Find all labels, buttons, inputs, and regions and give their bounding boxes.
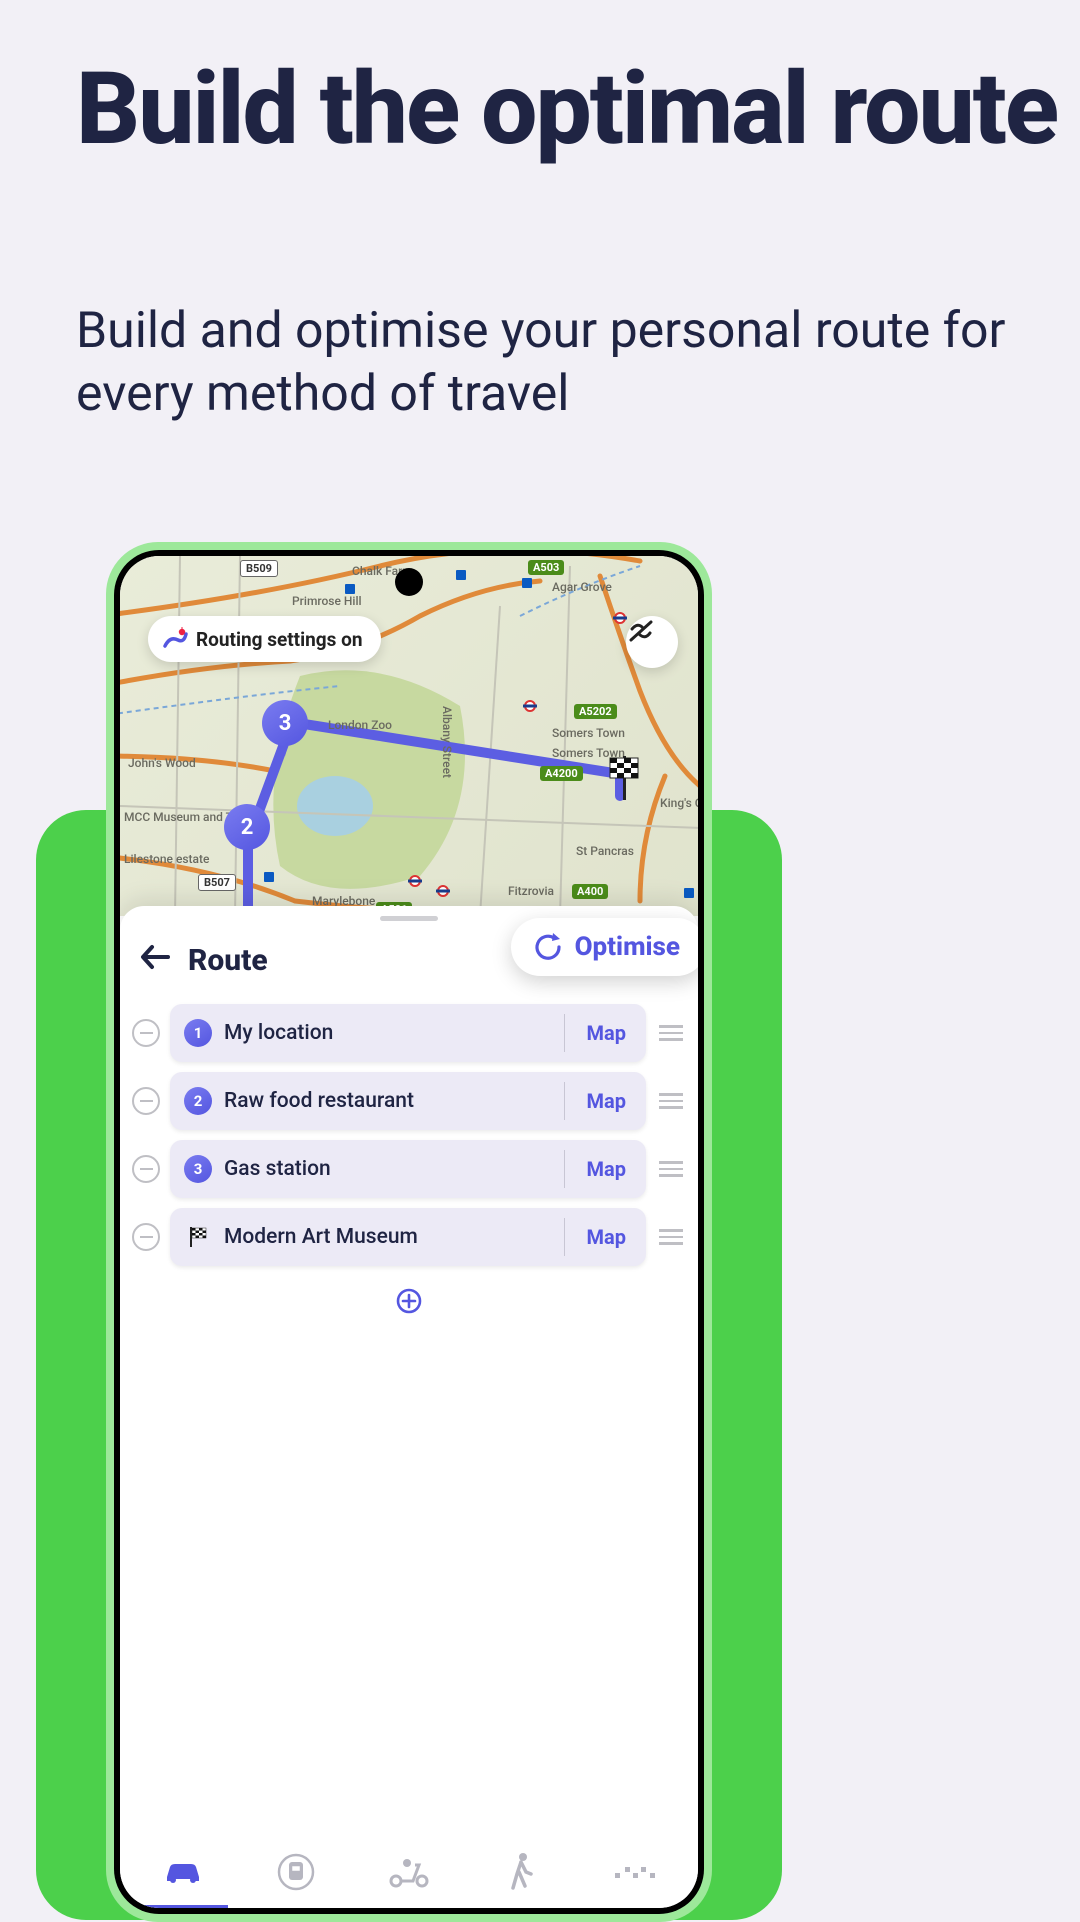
- drag-handle[interactable]: [656, 1161, 686, 1177]
- transport-mode-bar: [120, 1836, 698, 1908]
- route-sheet: Route 1 My location Map: [120, 906, 698, 1908]
- drag-handle[interactable]: [656, 1093, 686, 1109]
- remove-stop-button[interactable]: [132, 1155, 160, 1183]
- stop-label: My location: [224, 1021, 562, 1045]
- stop-map-button[interactable]: Map: [567, 1225, 646, 1249]
- map-label: King's C: [660, 796, 698, 810]
- stop-map-button[interactable]: Map: [567, 1157, 646, 1181]
- map-pin-3[interactable]: 3: [262, 700, 308, 762]
- routing-settings-label: Routing settings on: [196, 628, 363, 651]
- add-stop-button[interactable]: [120, 1288, 698, 1321]
- road-shield: A5202: [574, 704, 617, 719]
- road-shield: B507: [198, 874, 236, 891]
- map-label: John's Wood: [128, 756, 196, 770]
- routing-settings-pill[interactable]: Routing settings on: [148, 616, 381, 662]
- stop-label: Modern Art Museum: [224, 1225, 562, 1249]
- road-shield: B509: [240, 560, 278, 577]
- sound-off-icon: [626, 616, 656, 646]
- stop-chip[interactable]: 1 My location Map: [170, 1004, 646, 1062]
- scooter-icon: [387, 1855, 431, 1889]
- drag-handle[interactable]: [656, 1229, 686, 1245]
- finish-flag-icon: [184, 1223, 212, 1251]
- road-shield: A4200: [540, 766, 583, 781]
- stop-chip[interactable]: Modern Art Museum Map: [170, 1208, 646, 1266]
- stop-row: 2 Raw food restaurant Map: [132, 1072, 686, 1130]
- map-pin-2[interactable]: 2: [224, 804, 270, 866]
- remove-stop-button[interactable]: [132, 1087, 160, 1115]
- remove-stop-button[interactable]: [132, 1019, 160, 1047]
- map-label: MCC Museum and Tour: [124, 810, 224, 824]
- map[interactable]: Primrose Hill Chalk Farm Agar Grove John…: [120, 556, 698, 916]
- stop-number-badge: 3: [184, 1155, 212, 1183]
- route-icon: [162, 626, 188, 652]
- map-label: Agar Grove: [552, 580, 612, 594]
- map-label: Albany Street: [440, 706, 454, 778]
- stop-map-button[interactable]: Map: [567, 1021, 646, 1045]
- walk-icon: [509, 1852, 535, 1892]
- back-button[interactable]: [140, 943, 170, 978]
- plus-circle-icon: [396, 1288, 422, 1314]
- map-label: Lilestone estate: [124, 852, 204, 866]
- refresh-icon: [533, 932, 563, 962]
- mode-scooter[interactable]: [352, 1836, 465, 1908]
- stop-map-button[interactable]: Map: [567, 1089, 646, 1113]
- stop-label: Gas station: [224, 1157, 562, 1181]
- map-label: Somers Town: [552, 726, 625, 740]
- sheet-title: Route: [188, 943, 268, 978]
- hero-subtitle: Build and optimise your personal route f…: [76, 300, 1080, 426]
- camera-dot: [395, 568, 423, 596]
- stop-chip[interactable]: 2 Raw food restaurant Map: [170, 1072, 646, 1130]
- stops-list: 1 My location Map 2 Raw food restaurant: [120, 1004, 698, 1266]
- map-label: Primrose Hill: [292, 594, 362, 608]
- mode-walk[interactable]: [466, 1836, 579, 1908]
- stop-row: Modern Art Museum Map: [132, 1208, 686, 1266]
- hero-title: Build the optimal route: [76, 60, 1057, 160]
- optimise-button[interactable]: Optimise: [511, 918, 698, 976]
- car-icon: [161, 1857, 205, 1887]
- stop-row: 3 Gas station Map: [132, 1140, 686, 1198]
- mode-taxi[interactable]: [579, 1836, 692, 1908]
- remove-stop-button[interactable]: [132, 1223, 160, 1251]
- drag-handle[interactable]: [656, 1025, 686, 1041]
- stop-chip[interactable]: 3 Gas station Map: [170, 1140, 646, 1198]
- optimise-label: Optimise: [575, 932, 680, 962]
- sound-toggle-button[interactable]: [626, 616, 678, 668]
- map-label: St Pancras: [576, 844, 634, 858]
- taxi-dots-icon: [613, 1863, 657, 1881]
- stop-row: 1 My location Map: [132, 1004, 686, 1062]
- stop-number-badge: 2: [184, 1087, 212, 1115]
- stop-label: Raw food restaurant: [224, 1089, 562, 1113]
- mode-car[interactable]: [126, 1836, 239, 1908]
- transit-icon: [276, 1852, 316, 1892]
- road-shield: A503: [528, 560, 564, 575]
- map-label: London Zoo: [328, 718, 392, 732]
- map-label: Fitzrovia: [508, 884, 554, 898]
- stop-number-badge: 1: [184, 1019, 212, 1047]
- mode-transit[interactable]: [239, 1836, 352, 1908]
- road-shield: A400: [572, 884, 608, 899]
- phone-frame: Primrose Hill Chalk Farm Agar Grove John…: [106, 542, 712, 1922]
